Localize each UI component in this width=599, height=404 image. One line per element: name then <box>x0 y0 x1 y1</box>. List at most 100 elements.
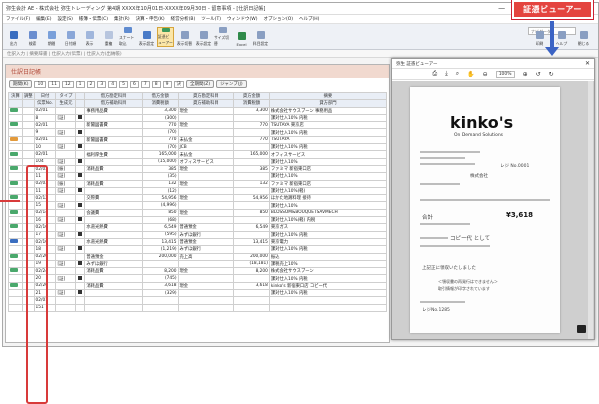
month-tab[interactable]: 5 <box>119 80 129 88</box>
toolbar-button[interactable]: 証憑ビューアー <box>157 27 174 47</box>
table-row[interactable]: 02/01 新聞図書費 770 未払金 770 TSUTAYA <box>8 135 388 145</box>
closing-tag-icon[interactable] <box>10 283 18 287</box>
voucher-icon[interactable] <box>78 232 83 236</box>
toolbar-button[interactable]: 出力 <box>5 27 22 47</box>
column-header[interactable]: 調整 <box>21 91 35 101</box>
menu-item[interactable]: ウィンドウ(W) <box>227 16 257 22</box>
closing-tag-icon[interactable] <box>10 224 18 229</box>
menu-item[interactable]: 編集(E) <box>36 16 51 22</box>
month-tab[interactable]: 1 <box>75 80 85 88</box>
viewer-canvas[interactable]: kinko's On Demand Solutions レジ No.0001 株… <box>392 81 594 339</box>
toolbar-button[interactable]: サイズ切替 <box>214 27 231 47</box>
column-header[interactable]: 伝票No. <box>33 99 57 108</box>
period-button[interactable]: 期間(K) <box>9 80 33 88</box>
toolbar-button[interactable]: Excel <box>233 27 250 47</box>
column-header[interactable]: タイプ <box>55 91 77 101</box>
column-header[interactable] <box>75 91 86 101</box>
table-row[interactable]: 9 [証] (70) 課対仕入10% 内税 <box>8 128 388 137</box>
table-row[interactable]: 17 [証] (595) みずほ銀行 課対仕入10% 内税 <box>8 230 388 239</box>
voucher-icon[interactable] <box>78 290 83 295</box>
download-icon[interactable]: ⤓ <box>445 70 448 78</box>
table-row[interactable]: 16 [証] (68) 課対仕入10%(軽) 内税 <box>8 216 388 225</box>
zoom-level[interactable]: 100% <box>495 70 515 78</box>
table-row[interactable]: 02/26 消耗品費 3,618 現金 3,618 kinko's 新宿東口店 コピー代 <box>8 281 388 291</box>
column-header[interactable]: 借方金額 <box>141 91 179 101</box>
table-row[interactable]: 19 [証] みずほ銀行 (18,181) 課税売上10% <box>8 259 388 269</box>
closing-tag-icon[interactable] <box>10 268 18 273</box>
menu-item[interactable]: 決算・申告(K) <box>136 16 165 22</box>
all-period-button[interactable]: 全期間(Z) <box>186 80 215 88</box>
toolbar-button[interactable]: 科目設定 <box>252 27 269 47</box>
voucher-icon[interactable] <box>78 144 83 149</box>
column-header[interactable]: 消費税額 <box>233 99 270 108</box>
voucher-icon[interactable] <box>78 217 83 222</box>
table-row[interactable]: 02/12 交際費 54,956 現金 54,956 ほかた地鶏料理 接待 <box>8 194 388 203</box>
rotate-left-icon[interactable]: ↺ <box>536 71 541 78</box>
column-header[interactable]: 摘要 <box>268 91 388 101</box>
toolbar-button[interactable]: 表示設定 <box>138 27 155 47</box>
menu-item[interactable]: ツール(T) <box>201 16 221 22</box>
closing-tag-icon[interactable] <box>10 151 18 156</box>
closing-tag-icon[interactable] <box>10 181 18 185</box>
closing-tag-icon[interactable] <box>10 239 18 244</box>
closing-tag-icon[interactable] <box>10 122 18 127</box>
menu-item[interactable]: オプション(O) <box>263 16 293 22</box>
menu-item[interactable]: 経営分析(B) <box>171 16 196 22</box>
table-row[interactable]: 02/16 水道光熱費 13,415 普通預金 13,415 東京電力 <box>8 237 388 247</box>
toolbar-right-button[interactable]: ヘルプ <box>553 27 570 47</box>
toolbar-button[interactable]: 日付順 <box>62 27 79 47</box>
table-row[interactable]: 02/03 [振] 消耗品費 132 現金 132 ファミマ 新宿東口店 <box>8 179 388 188</box>
voucher-icon[interactable] <box>78 202 83 207</box>
jump-button[interactable]: ジャンプ(J) <box>216 80 247 88</box>
column-header[interactable]: 貸方部門 <box>268 99 388 108</box>
toolbar-button[interactable]: 表示設定 <box>195 27 212 47</box>
table-row[interactable]: 10 [証] (70) JCB 課対仕入10% 内税 <box>8 143 388 152</box>
month-tab[interactable]: 決 <box>173 80 185 88</box>
viewer-close-icon[interactable]: ✕ <box>585 60 590 67</box>
table-row[interactable]: 02/01 福利厚生費 165,000 未払金 165,000 オフィスサービス <box>8 150 388 159</box>
month-tab[interactable]: 3 <box>97 80 107 88</box>
voucher-icon[interactable] <box>78 246 83 251</box>
column-header[interactable] <box>75 99 86 108</box>
table-row[interactable]: 15 [証] (4,996) 課対仕入10% <box>8 201 388 210</box>
voucher-icon[interactable] <box>78 159 83 163</box>
column-header[interactable]: 消費税額 <box>141 99 179 108</box>
closing-tag-icon[interactable] <box>10 195 18 200</box>
table-row[interactable]: 02/20 普通預金 200,000 売上高 200,000 振込 <box>8 252 388 261</box>
column-header[interactable]: 決算 <box>8 91 23 101</box>
zoom-in-icon[interactable]: ⊕ <box>523 71 528 78</box>
menu-item[interactable]: 帳簿・伝票(C) <box>79 16 108 22</box>
viewer-scrollbar[interactable] <box>588 81 593 339</box>
table-row[interactable]: 151 <box>8 303 388 312</box>
zoom-icon[interactable]: ⌕ <box>456 70 459 78</box>
toolbar-right-button[interactable]: 印刷 <box>531 27 548 47</box>
table-row[interactable]: 02/01 <box>8 296 388 305</box>
voucher-icon[interactable] <box>78 115 83 120</box>
column-header[interactable] <box>21 99 35 108</box>
voucher-icon[interactable] <box>78 130 83 134</box>
toolbar-right-button[interactable]: 閉じる <box>575 27 592 47</box>
table-row[interactable]: 02/14 会議費 850 現金 850 BLOSSOM&BOUQUETSAVMECH <box>8 208 388 218</box>
hand-icon[interactable]: ✋ <box>467 71 474 78</box>
table-row[interactable]: 02/24 消耗品費 8,200 現金 8,200 株式会社サウスブーン <box>8 267 388 276</box>
voucher-icon[interactable] <box>78 275 83 280</box>
table-row[interactable]: 02/03 [振] 消耗品費 385 現金 385 ファミマ 新宿東口店 <box>8 164 388 174</box>
rotate-right-icon[interactable]: ↻ <box>549 71 554 78</box>
table-row[interactable]: 11 [証] (35) 課対仕入10% <box>8 172 388 181</box>
month-tab[interactable]: 10 <box>34 80 47 88</box>
column-header[interactable]: 貸方金額 <box>233 91 270 101</box>
column-header[interactable] <box>8 99 23 108</box>
voucher-icon[interactable] <box>78 188 83 192</box>
month-tab[interactable]: 11 <box>48 80 60 88</box>
table-row[interactable]: 02/01 事務用品費 3,300 現金 3,300 株式会社サウスブーン 事務用品 <box>8 106 388 115</box>
closing-tag-icon[interactable] <box>10 254 18 258</box>
column-header[interactable]: 借方補助科目 <box>84 99 143 108</box>
month-tab[interactable]: 7 <box>140 80 150 88</box>
table-row[interactable]: 02/01 新聞図書費 770 現金 770 TSUTAYA 東京店 <box>8 121 388 130</box>
column-header[interactable]: 生成元 <box>55 99 77 108</box>
menu-item[interactable]: ファイル(F) <box>6 16 30 22</box>
closing-tag-icon[interactable] <box>10 108 18 112</box>
month-tab[interactable]: 2 <box>86 80 96 88</box>
closing-tag-icon[interactable] <box>10 137 18 141</box>
table-row[interactable]: 104 [証] (15,000) オフィスサービス 課対仕入10% <box>8 157 388 166</box>
